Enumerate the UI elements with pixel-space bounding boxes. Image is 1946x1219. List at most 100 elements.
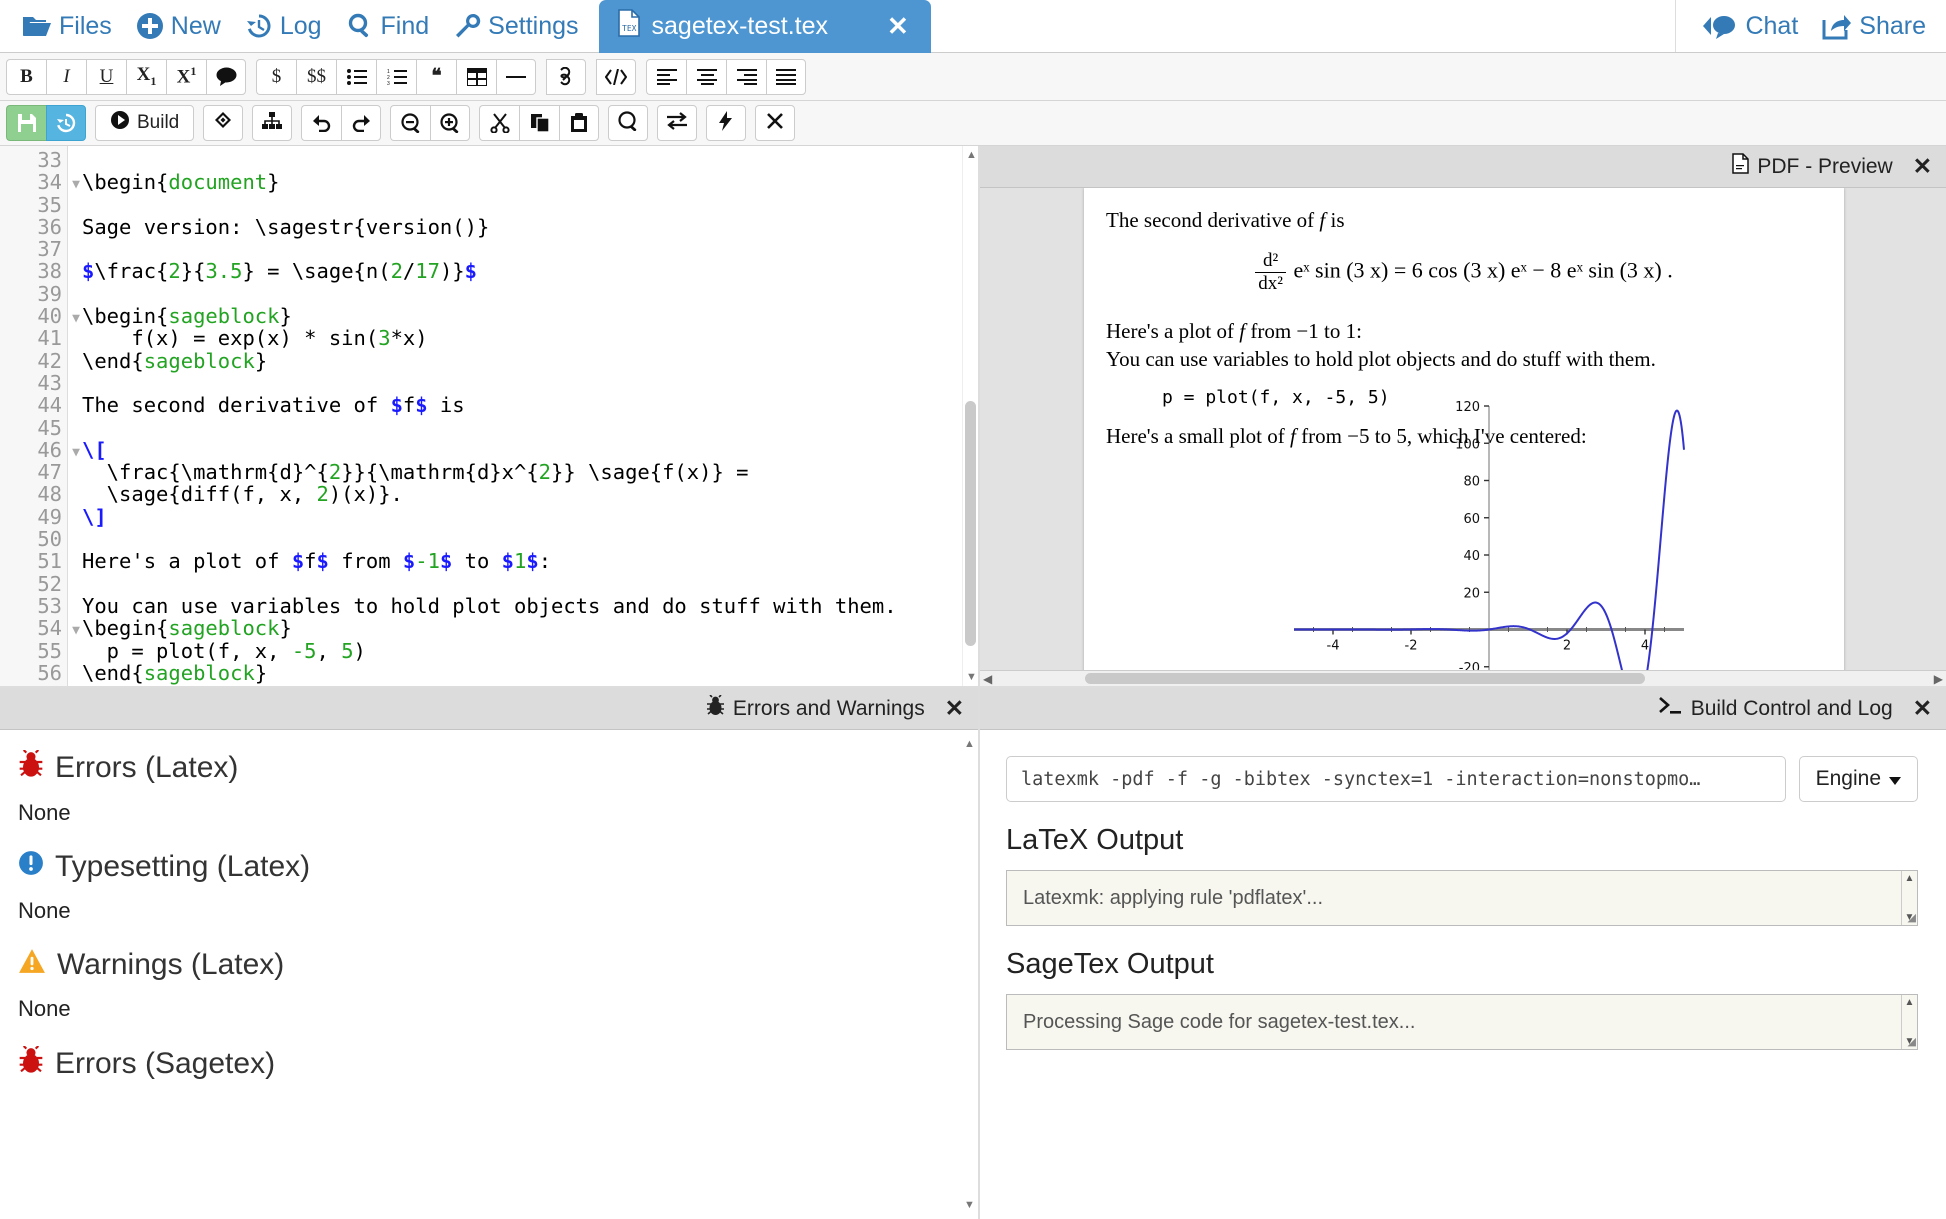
format-action-button[interactable] <box>706 105 747 141</box>
code-line[interactable]: \begin{document} <box>82 171 978 194</box>
code-line[interactable]: \begin{sageblock} <box>82 617 978 640</box>
pdf-scroll-right-arrow[interactable]: ▶ <box>1934 672 1943 686</box>
code-line[interactable]: \] <box>82 506 978 528</box>
code-line[interactable]: The second derivative of $f$ is <box>82 394 978 417</box>
menu-item-files[interactable]: Files <box>10 0 124 52</box>
format-button[interactable] <box>203 105 244 141</box>
code-line[interactable] <box>82 528 978 550</box>
menu-item-new[interactable]: New <box>124 0 233 52</box>
table-button[interactable] <box>456 58 496 95</box>
code-line[interactable] <box>82 238 978 260</box>
search-button[interactable] <box>608 105 649 141</box>
horizontal-rule-button[interactable] <box>496 58 536 95</box>
align-center-button[interactable] <box>686 58 726 95</box>
align-right-button[interactable] <box>726 58 766 95</box>
toc-button[interactable] <box>252 105 293 141</box>
quote-button[interactable]: ❝ <box>416 58 456 95</box>
fold-arrow-icon[interactable]: ▼ <box>72 620 80 642</box>
code-line[interactable] <box>82 573 978 595</box>
menu-item-find[interactable]: Find <box>334 0 442 52</box>
code-line[interactable]: \[ <box>82 439 978 461</box>
pdf-preview-close-icon[interactable]: ✕ <box>1913 153 1932 180</box>
undo-button[interactable] <box>301 105 342 141</box>
codemirror[interactable]: 33 34 ▼ 35 36 37 38 39 40 ▼ 41 42 43 44 45 46 ▼ 47 48 49 50 5… <box>0 146 978 686</box>
code-content[interactable]: \begin{document} Sage version: \sagestr{… <box>68 146 978 686</box>
sagetex-output-box[interactable]: Processing Sage code for sagetex-test.te… <box>1006 994 1918 1050</box>
editor-scroll-thumb[interactable] <box>965 401 976 646</box>
errors-scrollbar[interactable]: ▲ ▼ <box>962 738 976 1211</box>
share-button[interactable]: Share <box>1810 0 1938 52</box>
replace-button[interactable] <box>657 105 698 141</box>
file-tab-sagetex-test[interactable]: TEX sagetex-test.tex ✕ <box>598 0 931 53</box>
code-line[interactable]: f(x) = exp(x) * sin(3*x) <box>82 327 978 350</box>
close-icon[interactable]: ✕ <box>887 11 909 42</box>
code-line[interactable]: You can use variables to hold plot objec… <box>82 595 978 618</box>
code-line[interactable] <box>82 194 978 216</box>
chat-button[interactable]: Chat <box>1690 0 1810 52</box>
fold-arrow-icon[interactable]: ▼ <box>72 442 80 464</box>
code-line[interactable]: p = plot(f, x, -5, 5) <box>82 639 978 662</box>
latex-scroll-up-arrow[interactable]: ▲ <box>1905 873 1915 884</box>
errors-warnings-close-icon[interactable]: ✕ <box>945 695 964 722</box>
code-line[interactable]: \frac{\mathrm{d}^{2}}{\mathrm{d}x^{2}} \… <box>82 461 978 484</box>
sagetex-scroll-up-arrow[interactable]: ▲ <box>1905 997 1915 1008</box>
build-command-input[interactable] <box>1006 756 1786 802</box>
scroll-down-arrow[interactable]: ▼ <box>966 671 977 683</box>
code-line[interactable] <box>82 372 978 394</box>
code-line[interactable]: \sage{diff(f, x, 2)(x)}. <box>82 483 978 506</box>
align-left-button[interactable] <box>646 58 686 95</box>
code-line[interactable]: Here's a plot of $f$ from $-1$ to $1$: <box>82 550 978 573</box>
superscript-button[interactable]: X1 <box>166 58 206 95</box>
paste-button[interactable] <box>559 105 600 141</box>
subscript-button[interactable]: X1 <box>126 58 166 95</box>
build-log-close-icon[interactable]: ✕ <box>1913 695 1932 722</box>
code-line[interactable] <box>82 283 978 305</box>
align-justify-button[interactable] <box>766 58 806 95</box>
bold-button[interactable]: B <box>6 58 46 95</box>
pdf-scroll-left-arrow[interactable]: ◀ <box>983 672 992 686</box>
redo-button[interactable] <box>341 105 382 141</box>
code-line[interactable]: \end{sageblock} <box>82 662 978 685</box>
code-line[interactable] <box>82 149 978 171</box>
pdf-preview-body[interactable]: The second derivative of f is d² dx² eˣ … <box>980 188 1946 686</box>
underline-button[interactable]: U <box>86 58 126 95</box>
copy-button[interactable] <box>519 105 560 141</box>
fold-arrow-icon[interactable]: ▼ <box>72 174 80 196</box>
engine-dropdown[interactable]: Engine <box>1798 756 1918 802</box>
cut-button[interactable] <box>479 105 520 141</box>
svg-text:60: 60 <box>1463 512 1480 527</box>
code-line[interactable]: $\frac{2}{3.5} = \sage{n(2/17)}$ <box>82 260 978 283</box>
editor-scrollbar[interactable]: ▲ ▼ <box>962 146 977 686</box>
zoom-in-button[interactable] <box>430 105 471 141</box>
close-editor-button[interactable] <box>755 105 796 141</box>
history-button[interactable] <box>46 105 86 141</box>
fold-arrow-icon[interactable]: ▼ <box>72 308 80 330</box>
ordered-list-button[interactable]: 123 <box>376 58 416 95</box>
italic-button[interactable]: I <box>46 58 86 95</box>
code-line[interactable] <box>82 417 978 439</box>
code-line[interactable]: \end{sageblock} <box>82 349 978 372</box>
code-editor-pane[interactable]: 33 34 ▼ 35 36 37 38 39 40 ▼ 41 42 43 44 45 46 ▼ 47 48 49 50 5… <box>0 146 980 686</box>
unordered-list-button[interactable] <box>336 58 376 95</box>
save-button[interactable] <box>6 105 46 141</box>
display-math-button[interactable]: $$ <box>296 58 336 95</box>
errors-scroll-up-arrow[interactable]: ▲ <box>964 738 975 750</box>
comment-button[interactable] <box>206 58 246 95</box>
code-icon[interactable] <box>596 58 636 95</box>
link-icon[interactable] <box>546 58 586 95</box>
inline-math-button[interactable]: $ <box>256 58 296 95</box>
scroll-up-arrow[interactable]: ▲ <box>966 149 977 161</box>
pdf-horizontal-scrollbar[interactable]: ◀ ▶ <box>980 670 1946 686</box>
menu-item-settings[interactable]: Settings <box>441 0 590 52</box>
pdf-equation: d² dx² eˣ sin (3 x) = 6 cos (3 x) eˣ − 8… <box>1106 250 1822 295</box>
latex-output-resize-grip[interactable]: ◢ <box>1908 911 1916 924</box>
pdf-scroll-thumb[interactable] <box>1085 673 1645 684</box>
sagetex-output-resize-grip[interactable]: ◢ <box>1908 1035 1916 1048</box>
errors-scroll-down-arrow[interactable]: ▼ <box>964 1199 975 1211</box>
code-line[interactable]: Sage version: \sagestr{version()} <box>82 216 978 239</box>
menu-item-log[interactable]: Log <box>233 0 334 52</box>
zoom-out-button[interactable] <box>390 105 431 141</box>
build-button[interactable]: Build <box>95 105 195 141</box>
latex-output-box[interactable]: Latexmk: applying rule 'pdflatex'... ▲ ▼… <box>1006 870 1918 926</box>
code-line[interactable]: \begin{sageblock} <box>82 305 978 328</box>
